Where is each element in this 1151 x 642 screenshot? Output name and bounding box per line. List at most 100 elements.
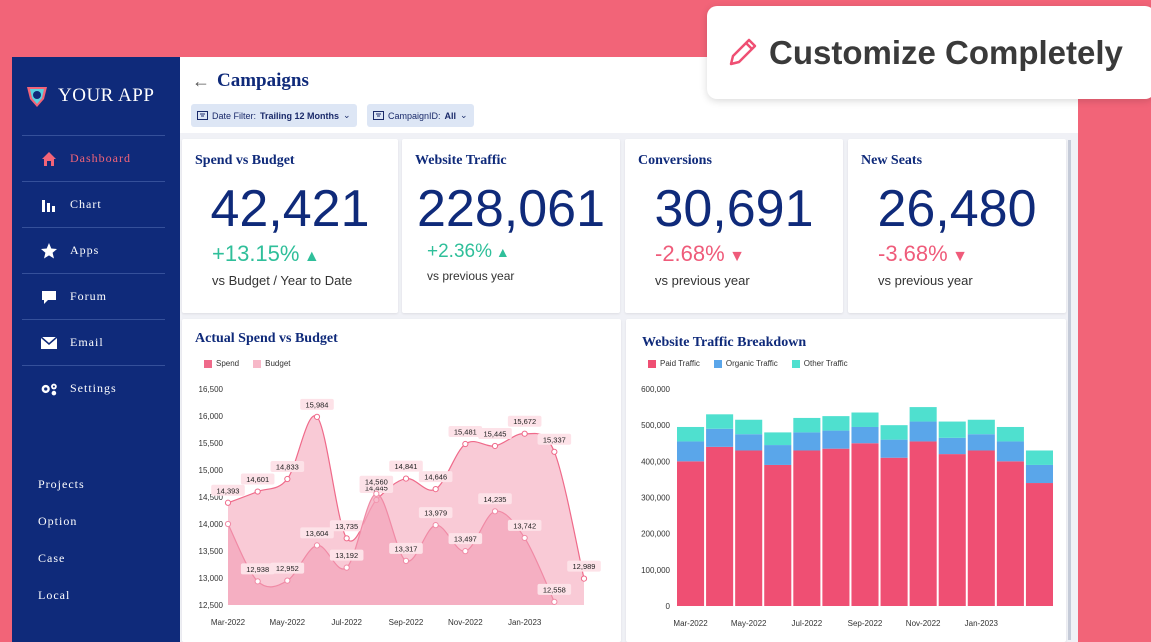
bar-segment-organic-traffic xyxy=(1025,464,1053,484)
chevron-down-icon: ⌄ xyxy=(343,110,351,120)
sidebar-item-local[interactable]: Local xyxy=(38,588,85,625)
spend-data-label: 14,646 xyxy=(424,473,447,482)
bar-segment-other-traffic xyxy=(822,416,850,431)
sidebar-item-option[interactable]: Option xyxy=(38,514,85,551)
y-tick-label: 600,000 xyxy=(641,385,670,394)
kpi-card-new-seats[interactable]: New Seats 26,480 -3.68% ▼ vs previous ye… xyxy=(848,139,1066,313)
bar-segment-other-traffic xyxy=(880,425,908,440)
x-tick-label: May-2022 xyxy=(731,619,767,628)
chat-icon xyxy=(42,290,56,304)
kpi-change: +2.36% ▲ xyxy=(427,241,510,263)
bar-segment-other-traffic xyxy=(793,417,821,433)
spend-point xyxy=(491,442,499,450)
date-filter-dropdown[interactable]: Date Filter: Trailing 12 Months ⌄ xyxy=(191,104,357,127)
budget-point xyxy=(402,557,410,564)
sidebar-item-email[interactable]: Email xyxy=(22,319,165,365)
kpi-card-conversions[interactable]: Conversions 30,691 -2.68% ▼ vs previous … xyxy=(625,139,843,313)
spend-data-label: 15,672 xyxy=(513,417,536,426)
budget-point xyxy=(254,578,261,585)
bar-segment-organic-traffic xyxy=(880,439,908,458)
spend-data-label: 13,735 xyxy=(335,522,358,531)
bar-segment-paid-traffic xyxy=(909,441,937,606)
sidebar-item-apps[interactable]: Apps xyxy=(22,227,165,273)
spend-point xyxy=(462,440,469,448)
spend-data-label: 15,984 xyxy=(306,400,329,409)
budget-data-label: 12,952 xyxy=(276,564,299,573)
x-tick-label: Nov-2022 xyxy=(906,619,941,628)
home-icon xyxy=(42,151,56,166)
bar-segment-paid-traffic xyxy=(677,461,705,606)
sidebar-item-label: Dashboard xyxy=(70,151,131,165)
sidebar-nav: Dashboard Chart Apps Forum Email Setting… xyxy=(22,135,165,411)
budget-data-label: 14,560 xyxy=(365,477,388,486)
kpi-subtitle: vs Budget / Year to Date xyxy=(212,273,353,288)
sidebar-item-settings[interactable]: Settings xyxy=(22,365,165,411)
kpi-card-spend[interactable]: Spend vs Budget 42,421 +13.15% ▲ vs Budg… xyxy=(182,139,398,313)
spend-data-label: 14,393 xyxy=(217,486,240,495)
budget-data-label: 13,497 xyxy=(454,535,477,544)
budget-data-label: 13,742 xyxy=(513,521,536,530)
bar-segment-other-traffic xyxy=(967,419,995,435)
callout-text: Customize Completely xyxy=(769,33,1123,71)
back-arrow-icon[interactable]: ← xyxy=(192,71,210,92)
gears-icon xyxy=(41,383,57,395)
kpi-title: Conversions xyxy=(638,153,712,168)
sidebar-item-label: Apps xyxy=(70,243,100,257)
kpi-title: Spend vs Budget xyxy=(195,153,295,168)
budget-data-label: 13,192 xyxy=(335,551,358,560)
y-tick-label: 13,000 xyxy=(199,574,224,583)
sidebar-item-chart[interactable]: Chart xyxy=(22,181,165,227)
spend-point xyxy=(432,486,439,493)
triangle-down-icon: ▼ xyxy=(947,248,968,265)
sidebar-item-forum[interactable]: Forum xyxy=(22,273,165,319)
x-tick-label: May-2022 xyxy=(270,618,306,627)
y-tick-label: 15,000 xyxy=(199,466,224,475)
spend-point xyxy=(343,535,350,542)
sidebar-item-projects[interactable]: Projects xyxy=(38,477,85,514)
kpi-subtitle: vs previous year xyxy=(878,273,973,288)
budget-point xyxy=(313,542,321,549)
budget-point xyxy=(373,490,380,497)
budget-point xyxy=(521,534,528,542)
spend-point xyxy=(402,475,410,482)
x-tick-label: Nov-2022 xyxy=(448,618,483,627)
y-tick-label: 15,500 xyxy=(199,439,224,448)
logo-icon xyxy=(27,87,47,107)
bar-segment-paid-traffic xyxy=(851,443,879,606)
bar-segment-organic-traffic xyxy=(967,434,995,451)
spend-point xyxy=(580,575,588,582)
x-tick-label: Jan-2023 xyxy=(965,619,999,628)
sidebar-item-label: Forum xyxy=(70,289,108,303)
bar-segment-paid-traffic xyxy=(764,464,792,606)
x-tick-label: Jul-2022 xyxy=(331,618,362,627)
scrollbar[interactable] xyxy=(1068,140,1071,640)
bar-segment-organic-traffic xyxy=(996,441,1024,462)
bar-segment-other-traffic xyxy=(735,419,763,435)
bar-chart-icon xyxy=(42,199,55,212)
triangle-down-icon: ▼ xyxy=(724,248,745,265)
campaign-filter-dropdown[interactable]: CampaignID: All ⌄ xyxy=(367,104,474,127)
traffic-breakdown-card: Website Traffic Breakdown Paid Traffic O… xyxy=(626,319,1066,642)
kpi-value: 30,691 xyxy=(654,180,814,238)
app-logo[interactable]: YOUR APP xyxy=(24,83,154,109)
x-tick-label: Sep-2022 xyxy=(848,619,883,628)
y-tick-label: 13,500 xyxy=(199,547,224,556)
x-tick-label: Jul-2022 xyxy=(792,619,823,628)
customize-callout[interactable]: Customize Completely xyxy=(707,6,1151,99)
y-tick-label: 16,500 xyxy=(199,385,224,394)
budget-point xyxy=(432,522,439,529)
kpi-change: +13.15% ▲ xyxy=(212,241,320,267)
x-tick-label: Mar-2022 xyxy=(211,618,246,627)
kpi-card-traffic[interactable]: Website Traffic 228,061 +2.36% ▲ vs prev… xyxy=(402,139,620,313)
kpi-change: -2.68% ▼ xyxy=(655,241,745,267)
filter-value: All xyxy=(444,110,457,121)
budget-data-label: 14,235 xyxy=(484,495,507,504)
budget-point xyxy=(462,548,469,555)
bar-chart: 600,000 500,000 400,000 300,000 200,000 100,0… xyxy=(641,385,1053,628)
kpi-change-text: +2.36% xyxy=(427,241,492,262)
y-tick-label: 14,000 xyxy=(199,520,224,529)
sidebar-item-dashboard[interactable]: Dashboard xyxy=(22,135,165,181)
spend-point xyxy=(521,430,528,437)
sidebar-item-case[interactable]: Case xyxy=(38,551,85,588)
bar-segment-organic-traffic xyxy=(909,421,937,442)
